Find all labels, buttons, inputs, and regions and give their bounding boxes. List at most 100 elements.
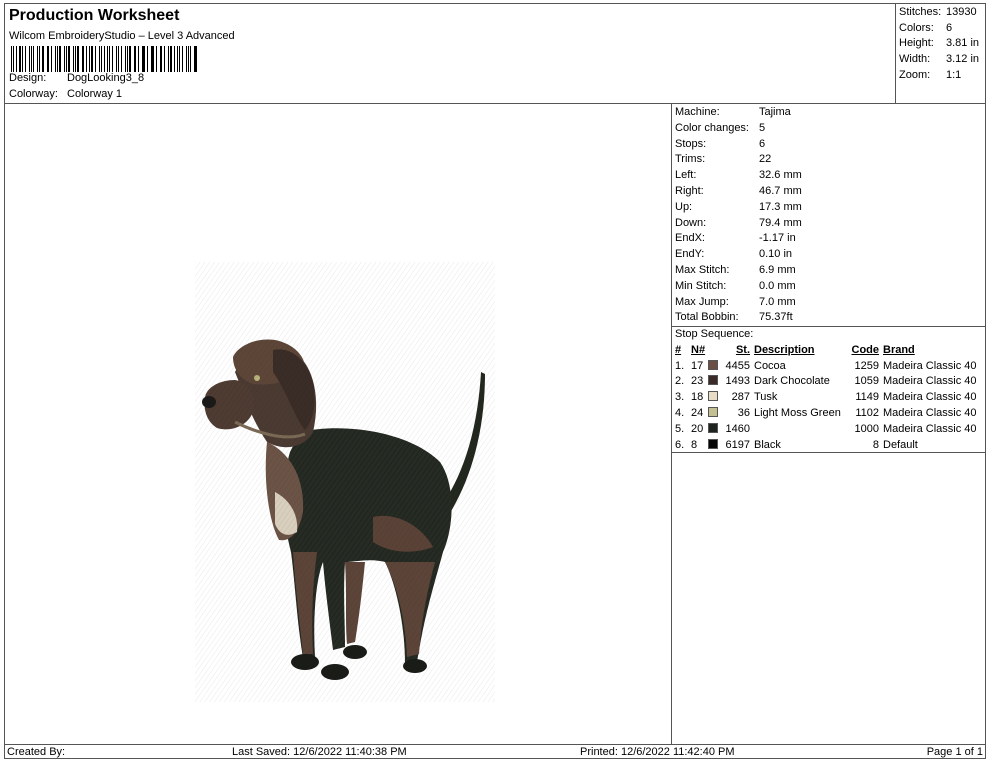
needle-number: 20: [691, 422, 704, 435]
spec-row: EndX: -1.17 in: [672, 231, 986, 247]
summary-panel: Stitches: 13930 Colors: 6 Height: 3.81 in W…: [895, 3, 986, 104]
design-label: Design:: [9, 72, 47, 84]
barcode-bar: [39, 46, 41, 72]
thread-description: Dark Chocolate: [754, 375, 830, 388]
spec-row: EndY: 0.10 in: [672, 247, 986, 263]
row-number: 3.: [675, 391, 685, 404]
thread-brand: Madeira Classic 40: [883, 359, 977, 372]
spec-row: Down: 79.4 mm: [672, 216, 986, 232]
barcode-bar: [159, 46, 161, 72]
thread-description: [754, 422, 851, 438]
color-swatch: [708, 374, 722, 390]
color-swatch: [708, 438, 722, 454]
summary-value: 1:1: [946, 68, 962, 81]
barcode-bar: [95, 46, 96, 72]
barcode-bar: [51, 46, 53, 72]
spec-row: Min Stitch: 0.0 mm: [672, 279, 986, 295]
spec-row: Left: 32.6 mm: [672, 168, 986, 184]
barcode-bar: [25, 46, 26, 72]
worksheet-header: Production Worksheet Wilcom EmbroiderySt…: [4, 3, 896, 104]
summary-row: Zoom: 1:1: [899, 68, 985, 84]
spec-label: Machine:: [675, 106, 720, 118]
summary-label: Height:: [899, 37, 934, 50]
col-swatch: [708, 343, 722, 359]
needle-number: 24: [691, 406, 704, 419]
needle-number: 18: [691, 391, 704, 404]
page-title: Production Worksheet: [9, 7, 180, 24]
spec-label: Stops:: [675, 137, 707, 150]
table-row: 1. 17 4455 Cocoa 1259 Madeira Classic 40: [675, 359, 981, 375]
thread-code: 1102: [855, 406, 879, 419]
row-number: 4.: [675, 406, 685, 419]
barcode-bar: [74, 46, 76, 72]
thread-brand: Default: [883, 438, 918, 451]
thread-code: 8: [872, 438, 879, 451]
summary-row: Stitches: 13930: [899, 5, 985, 21]
table-row: 5. 20 1460 1000 Madeira Classic 40: [675, 422, 981, 438]
table-row: 2. 23 1493 Dark Chocolate 1059 Madeira Classi…: [675, 374, 981, 390]
thread-brand: Madeira Classic 40: [883, 422, 977, 435]
col-brand: Brand: [883, 343, 915, 356]
thread-code: 1149: [855, 391, 879, 404]
col-description: Description: [754, 343, 815, 356]
thread-code: 1000: [854, 422, 879, 435]
spec-value: 22: [759, 153, 772, 166]
spec-label: Color changes:: [675, 121, 749, 134]
thread-brand: Madeira Classic 40: [883, 406, 977, 419]
barcode-bar: [77, 46, 79, 72]
barcode-bar: [46, 46, 48, 72]
spec-row: Max Jump: 7.0 mm: [672, 295, 986, 311]
table-header-row: # N# St. Description Code Brand: [675, 343, 981, 359]
summary-row: Colors: 6: [899, 21, 985, 37]
col-stitches: St.: [735, 343, 750, 356]
spec-value: 17.3 mm: [759, 200, 802, 213]
spec-label: Right:: [675, 184, 704, 197]
spec-row: Color changes: 5: [672, 121, 986, 137]
barcode-bar: [30, 46, 32, 72]
needle-number: 23: [691, 375, 704, 388]
barcode-bar: [73, 46, 74, 72]
barcode-bar: [125, 46, 126, 72]
design-row: Design: DogLooking3_8: [9, 72, 144, 84]
barcode-bar: [83, 46, 84, 72]
barcode-bar: [15, 46, 17, 72]
row-number: 6.: [675, 438, 685, 451]
barcode-bar: [150, 46, 152, 72]
stitch-count: 1493: [725, 375, 750, 388]
summary-row: Height: 3.81 in: [899, 36, 985, 52]
stitch-count: 1460: [725, 422, 750, 435]
spec-label: Max Stitch:: [675, 263, 730, 276]
spec-label: EndY:: [675, 248, 705, 261]
barcode-bar: [135, 46, 137, 72]
barcode-bar: [193, 46, 195, 72]
thread-color-swatch: [708, 375, 718, 386]
spec-row: Up: 17.3 mm: [672, 200, 986, 216]
spec-label: Down:: [675, 216, 707, 229]
summary-label: Stitches:: [899, 6, 942, 18]
row-number: 1.: [675, 359, 685, 372]
barcode-bar: [167, 46, 169, 72]
barcode-bar: [155, 46, 157, 72]
worksheet-footer: Created By: Last Saved: 12/6/2022 11:40:…: [4, 744, 986, 759]
summary-label: Zoom:: [899, 68, 931, 81]
barcode-bar: [112, 46, 113, 72]
barcode-bar: [21, 46, 24, 72]
col-code: Code: [851, 343, 880, 356]
barcode-bar: [98, 46, 101, 72]
spec-value: 0.10 in: [759, 248, 793, 261]
stitch-count: 4455: [725, 359, 750, 372]
barcode-bar: [195, 46, 198, 72]
thread-description: Black: [754, 438, 781, 451]
needle-number: 17: [691, 359, 704, 372]
barcode-bar: [19, 46, 21, 72]
stop-sequence-table: # N# St. Description Code Brand 1. 17 4455…: [675, 343, 981, 454]
barcode-bar: [42, 46, 44, 72]
spec-value: 5: [759, 121, 766, 134]
barcode-bar: [185, 46, 187, 72]
thread-brand: Madeira Classic 40: [883, 391, 977, 404]
barcode-bar: [164, 46, 165, 72]
barcode-bar: [81, 46, 83, 72]
barcode-bar: [109, 46, 110, 72]
barcode-bar: [173, 46, 175, 72]
barcode: [11, 46, 199, 72]
